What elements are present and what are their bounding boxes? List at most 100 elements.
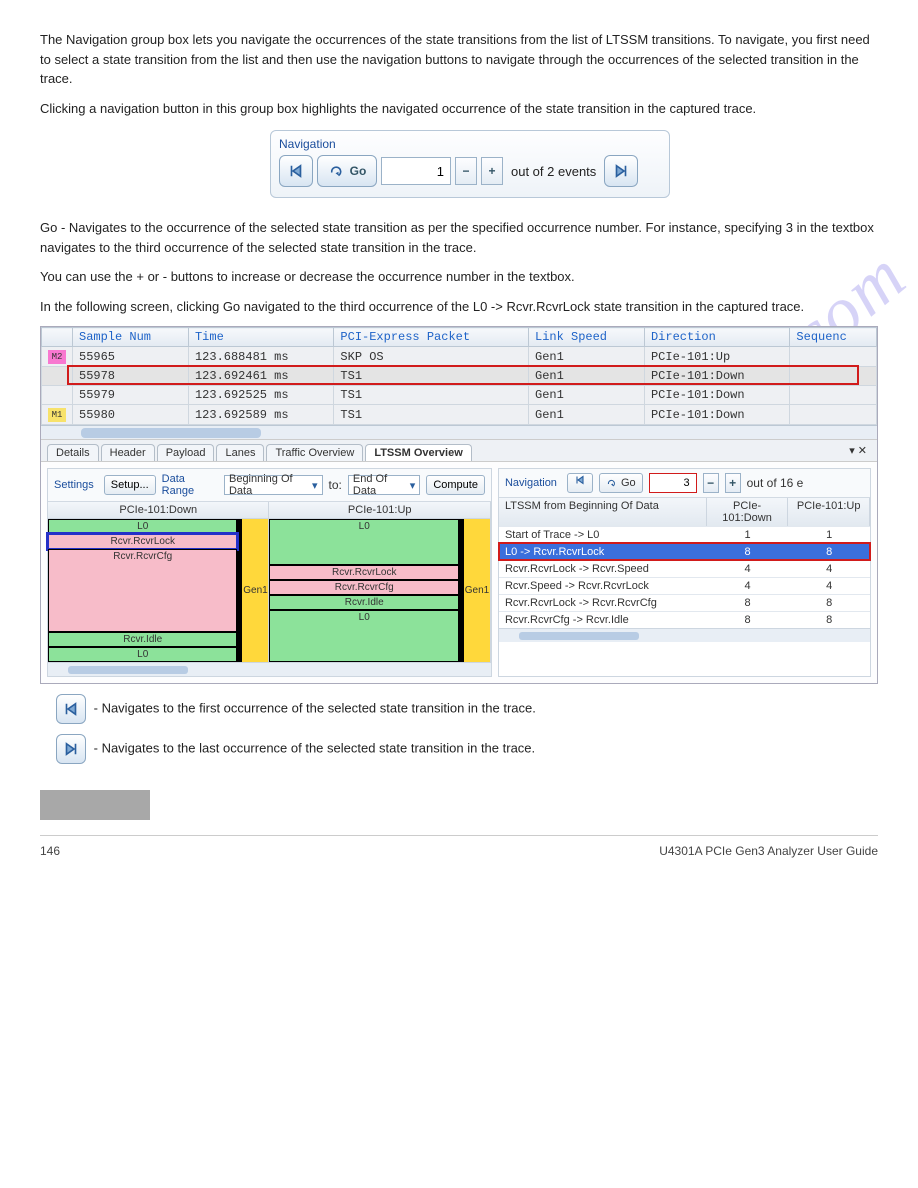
trans-col-down[interactable]: PCIe-101:Down [707, 498, 789, 526]
cell: 8 [707, 595, 789, 611]
trace-table: Sample Num Time PCI-Express Packet Link … [41, 327, 877, 425]
trans-col-up[interactable]: PCIe-101:Up [788, 498, 870, 526]
cell: TS1 [334, 367, 529, 386]
last-button-description: - Navigates to the last occurrence of th… [52, 734, 878, 764]
state-box[interactable]: Rcvr.RcvrCfg [48, 549, 237, 632]
go-button[interactable]: Go [317, 155, 377, 187]
increment-button[interactable]: + [481, 157, 503, 185]
ltssm-right-panel: Navigation Go − + out of 16 e [498, 468, 871, 677]
nav-increment-button[interactable]: + [725, 473, 741, 493]
nav-go-button[interactable]: Go [599, 473, 643, 493]
cell: 8 [788, 595, 870, 611]
nav-number-input[interactable] [649, 473, 697, 493]
col-sample[interactable]: Sample Num [73, 328, 189, 347]
col-header-down: PCIe-101:Down [48, 502, 268, 519]
state-box[interactable]: Rcvr.RcvrCfg [269, 580, 458, 595]
cell: Gen1 [529, 386, 645, 405]
cell [790, 386, 877, 405]
cell: 123.692525 ms [188, 386, 333, 405]
cell: TS1 [334, 405, 529, 425]
marker-m2[interactable]: M2 [48, 350, 66, 364]
intro-paragraph-b: Clicking a navigation button in this gro… [40, 99, 878, 119]
cell: 123.692461 ms [188, 367, 333, 386]
left-hscroll[interactable] [48, 662, 491, 676]
navigation-panel: Navigation Go − + out of 2 events [270, 130, 670, 198]
table-row[interactable]: 55978 123.692461 ms TS1 Gen1 PCIe-101:Do… [42, 367, 877, 386]
tab-details[interactable]: Details [47, 444, 99, 461]
cell: 4 [788, 561, 870, 577]
right-hscroll[interactable] [499, 628, 870, 642]
settings-label: Settings [54, 479, 94, 491]
cell: 55980 [73, 405, 189, 425]
trace-hscroll[interactable] [41, 425, 877, 439]
tab-payload[interactable]: Payload [157, 444, 215, 461]
tab-lanes[interactable]: Lanes [216, 444, 264, 461]
skip-first-icon [574, 474, 586, 486]
go-description: Go - Navigates to the occurrence of the … [40, 218, 878, 257]
decrement-button[interactable]: − [455, 157, 477, 185]
footer-rule [40, 835, 878, 836]
setup-button[interactable]: Setup... [104, 475, 156, 495]
state-box[interactable]: L0 [269, 610, 458, 662]
trans-col-name[interactable]: LTSSM from Beginning Of Data [499, 498, 707, 526]
transition-row[interactable]: Rcvr.RcvrLock -> Rcvr.RcvrCfg 8 8 [499, 594, 870, 611]
transition-row-selected[interactable]: L0 -> Rcvr.RcvrLock 8 8 [499, 543, 870, 560]
transition-row[interactable]: Rcvr.Speed -> Rcvr.RcvrLock 4 4 [499, 577, 870, 594]
go-arrow-icon [328, 162, 346, 180]
navigation-legend: Navigation [279, 137, 661, 151]
gen-rail: Gen1 [462, 519, 490, 662]
tab-header[interactable]: Header [101, 444, 155, 461]
state-box[interactable]: L0 [48, 647, 237, 662]
cell: 55965 [73, 347, 189, 367]
ltssm-left-panel: Settings Setup... Data Range Beginning O… [47, 468, 492, 677]
cell: 55978 [73, 367, 189, 386]
first-button-text: - Navigates to the first occurrence of t… [94, 700, 536, 715]
event-number-input[interactable] [381, 157, 451, 185]
table-row[interactable]: 55979 123.692525 ms TS1 Gen1 PCIe-101:Do… [42, 386, 877, 405]
tab-traffic-overview[interactable]: Traffic Overview [266, 444, 363, 461]
to-dropdown[interactable]: End Of Data▾ [348, 475, 420, 495]
col-packet[interactable]: PCI-Express Packet [334, 328, 529, 347]
cell: Rcvr.Speed -> Rcvr.RcvrLock [499, 578, 707, 594]
nav-decrement-button[interactable]: − [703, 473, 719, 493]
last-button-text: - Navigates to the last occurrence of th… [94, 740, 536, 755]
pane-close-icon[interactable]: ▾ ✕ [849, 444, 867, 461]
to-label: to: [329, 478, 342, 492]
cell: 1 [707, 527, 789, 543]
state-box[interactable]: Rcvr.RcvrLock [269, 565, 458, 580]
page-number: 146 [40, 844, 60, 858]
col-time[interactable]: Time [188, 328, 333, 347]
page-footer: 146 U4301A PCIe Gen3 Analyzer User Guide [40, 844, 878, 858]
state-box[interactable]: Rcvr.Idle [48, 632, 237, 647]
col-direction[interactable]: Direction [644, 328, 789, 347]
state-box-selected[interactable]: Rcvr.RcvrLock [48, 534, 237, 549]
cell: Rcvr.RcvrCfg -> Rcvr.Idle [499, 612, 707, 628]
col-sequence[interactable]: Sequenc [790, 328, 877, 347]
marker-m1[interactable]: M1 [48, 408, 66, 422]
cell: Rcvr.RcvrLock -> Rcvr.Speed [499, 561, 707, 577]
table-row[interactable]: M2 55965 123.688481 ms SKP OS Gen1 PCIe-… [42, 347, 877, 367]
nav-first-button[interactable] [567, 473, 593, 493]
compute-button[interactable]: Compute [426, 475, 485, 495]
from-dropdown[interactable]: Beginning Of Data▾ [224, 475, 323, 495]
transition-row[interactable]: Rcvr.RcvrCfg -> Rcvr.Idle 8 8 [499, 611, 870, 628]
marker-column [42, 328, 73, 347]
cell [790, 367, 877, 386]
cell: 8 [707, 544, 789, 560]
cell: 8 [707, 612, 789, 628]
col-speed[interactable]: Link Speed [529, 328, 645, 347]
tab-ltssm-overview[interactable]: LTSSM Overview [365, 444, 471, 461]
state-box[interactable]: L0 [48, 519, 237, 534]
last-event-button[interactable] [604, 155, 638, 187]
example-intro: In the following screen, clicking Go nav… [40, 297, 878, 317]
first-event-button[interactable] [279, 155, 313, 187]
cell: Gen1 [529, 347, 645, 367]
transition-row[interactable]: Rcvr.RcvrLock -> Rcvr.Speed 4 4 [499, 560, 870, 577]
state-box[interactable]: L0 [269, 519, 458, 565]
chevron-down-icon: ▾ [312, 479, 318, 492]
state-box[interactable]: Rcvr.Idle [269, 595, 458, 610]
intro-paragraph-a: The Navigation group box lets you naviga… [40, 30, 878, 89]
table-row[interactable]: M1 55980 123.692589 ms TS1 Gen1 PCIe-101… [42, 405, 877, 425]
cell: 8 [788, 544, 870, 560]
transition-row[interactable]: Start of Trace -> L0 1 1 [499, 526, 870, 543]
